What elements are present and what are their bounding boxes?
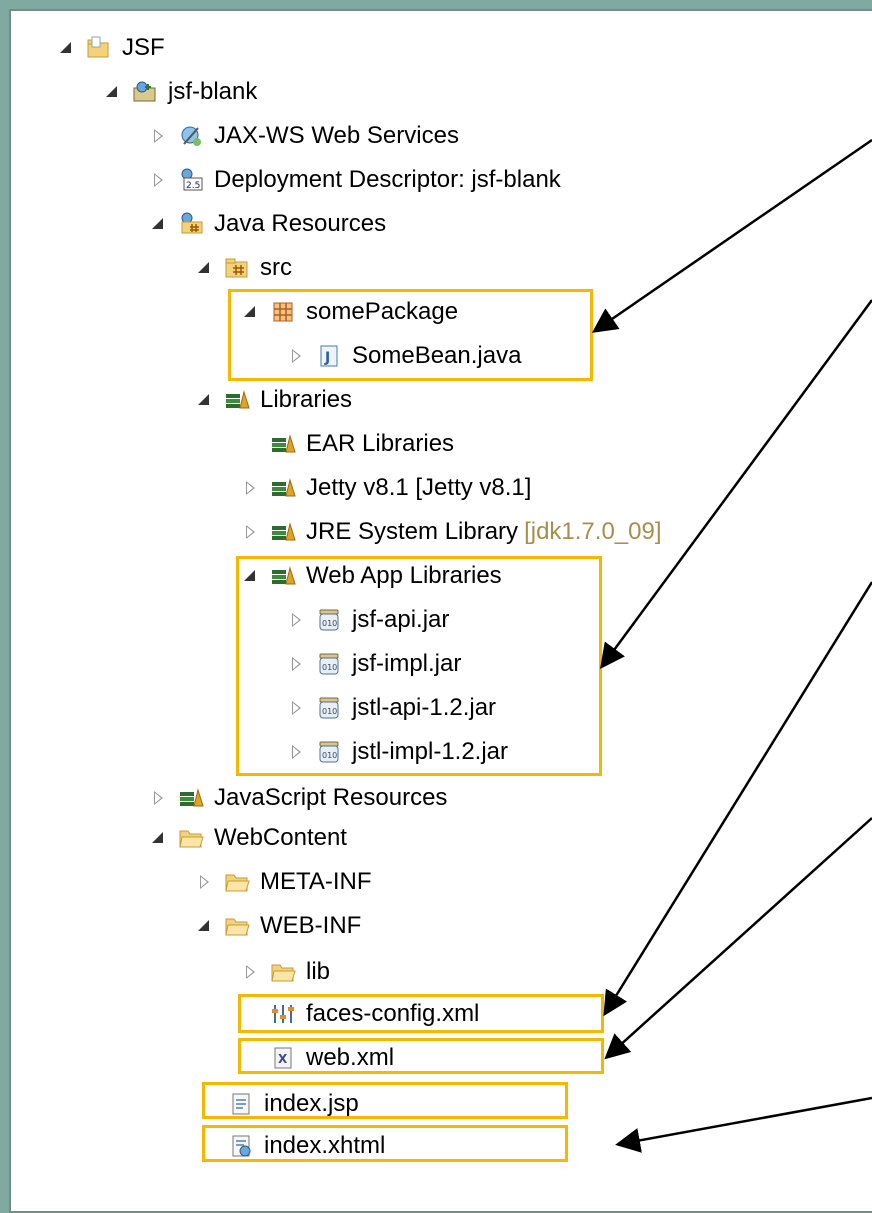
highlight-box-index-jsp <box>202 1082 568 1119</box>
svg-text:2.5: 2.5 <box>186 181 200 191</box>
expand-toggle[interactable] <box>148 827 170 849</box>
tree-item-lib[interactable]: lib <box>240 954 330 990</box>
collapse-toggle[interactable] <box>148 169 170 191</box>
web-project-icon <box>132 80 158 104</box>
tree-item-webcontent[interactable]: WebContent <box>148 820 347 856</box>
expand-toggle[interactable] <box>194 389 216 411</box>
tree-item-label: Deployment Descriptor: jsf-blank <box>214 166 561 193</box>
collapse-toggle[interactable] <box>148 125 170 147</box>
tree-item-label: JavaScript Resources <box>214 784 448 811</box>
tree-item-label: lib <box>306 958 331 985</box>
tree-item-jaxws[interactable]: JAX-WS Web Services <box>148 118 459 154</box>
tree-item-jsf-blank[interactable]: jsf-blank <box>102 74 257 110</box>
highlight-box-web-xml <box>238 1038 604 1074</box>
expand-toggle[interactable] <box>56 37 78 59</box>
web-services-icon <box>178 124 204 148</box>
expand-toggle[interactable] <box>148 213 170 235</box>
expand-toggle[interactable] <box>194 915 216 937</box>
tree-item-label: JSF <box>122 34 165 61</box>
collapse-toggle[interactable] <box>240 477 262 499</box>
tree-item-label: jsf-blank <box>168 78 258 105</box>
tree-item-jsf[interactable]: JSF <box>56 30 165 66</box>
open-folder-icon <box>270 960 296 984</box>
collapse-toggle[interactable] <box>240 961 262 983</box>
jdk-version-label: [jdk1.7.0_09] <box>524 518 662 545</box>
tree-item-label: JRE System Library <box>306 518 519 545</box>
java-resources-icon <box>178 212 204 236</box>
library-icon <box>270 476 296 500</box>
highlight-box-web-app-libraries <box>236 556 602 776</box>
tree-item-libraries[interactable]: Libraries <box>194 382 352 418</box>
library-icon <box>224 388 250 412</box>
highlight-box-index-xhtml <box>202 1125 568 1162</box>
working-set-folder-icon <box>86 36 112 60</box>
expand-toggle[interactable] <box>102 81 124 103</box>
tree-item-javascript-resources[interactable]: JavaScript Resources <box>148 780 447 816</box>
tree-item-label: src <box>260 254 292 281</box>
tree-item-label: Jetty v8.1 [Jetty v8.1] <box>306 474 532 501</box>
collapse-toggle[interactable] <box>240 521 262 543</box>
source-folder-icon <box>224 256 250 280</box>
collapse-toggle[interactable] <box>148 787 170 809</box>
library-icon <box>270 432 296 456</box>
library-icon <box>178 786 204 810</box>
tree-item-label: WEB-INF <box>260 912 362 939</box>
tree-item-label: Libraries <box>260 386 353 413</box>
deployment-descriptor-icon: 2.5 <box>178 168 204 192</box>
highlight-box-somepackage <box>228 289 593 381</box>
tree-item-label: Java Resources <box>214 210 387 237</box>
tree-item-label: JAX-WS Web Services <box>214 122 459 149</box>
tree-item-label: WebContent <box>214 824 347 851</box>
tree-item-jetty[interactable]: Jetty v8.1 [Jetty v8.1] <box>240 470 531 506</box>
tree-item-ear-libraries[interactable]: EAR Libraries <box>270 426 454 462</box>
tree-item-java-resources[interactable]: Java Resources <box>148 206 386 242</box>
library-icon <box>270 520 296 544</box>
tree-item-deployment-descriptor[interactable]: 2.5 Deployment Descriptor: jsf-blank <box>148 162 561 198</box>
tree-item-meta-inf[interactable]: META-INF <box>194 864 372 900</box>
open-folder-icon <box>224 914 250 938</box>
open-folder-icon <box>224 870 250 894</box>
tree-item-web-inf[interactable]: WEB-INF <box>194 908 361 944</box>
open-folder-icon <box>178 826 204 850</box>
tree-item-src[interactable]: src <box>194 250 292 286</box>
expand-toggle[interactable] <box>194 257 216 279</box>
highlight-box-faces-config <box>238 994 604 1033</box>
tree-item-label: META-INF <box>260 868 372 895</box>
collapse-toggle[interactable] <box>194 871 216 893</box>
tree-item-label: EAR Libraries <box>306 430 455 457</box>
tree-item-jre[interactable]: JRE System Library [jdk1.7.0_09] <box>240 514 662 550</box>
